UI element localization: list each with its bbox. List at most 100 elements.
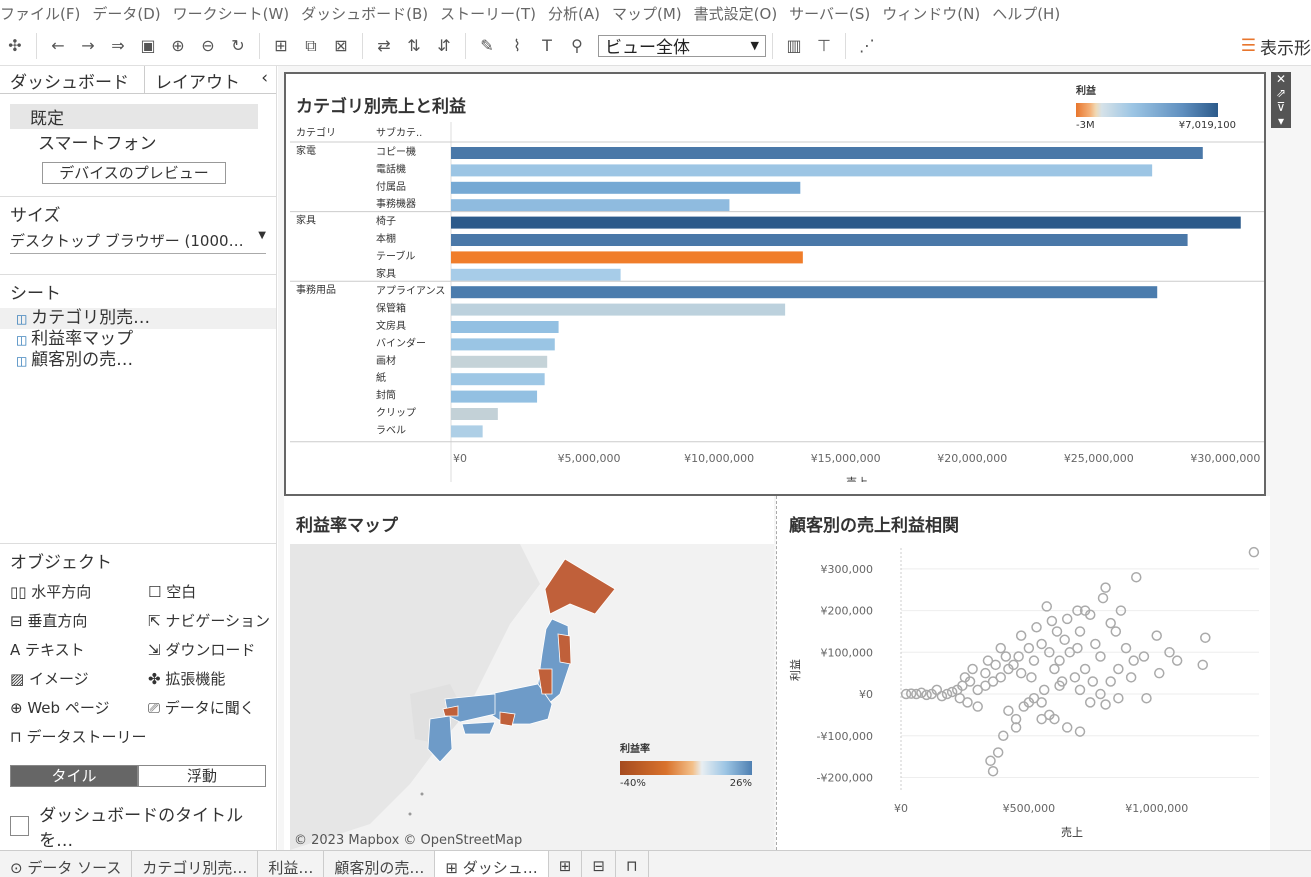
object-download[interactable]: ⇲ ダウンロード [148,639,276,660]
view-size-select[interactable]: ビュー全体 ▼ [598,34,766,58]
object-vertical[interactable]: ⊟ 垂直方向 [10,610,148,631]
map-panel[interactable]: 利益率マップ © 2023 Mapbox © OpenStreetMap 利益率… [284,496,774,850]
sheet-item[interactable]: ◫ 顧客別の売… [0,350,276,371]
pause-update-icon[interactable]: ⊖ [197,32,219,60]
pin-icon[interactable]: ⚲ [566,32,588,60]
tab-sheet[interactable]: 顧客別の売… [324,851,436,877]
show-title-checkbox[interactable]: ダッシュボードのタイトルを… [10,801,266,851]
sort-desc-icon[interactable]: ⇵ [433,32,455,60]
float-button[interactable]: 浮動 [138,765,266,787]
menu-format[interactable]: 書式設定(O) [694,3,778,24]
bar [451,303,786,316]
swap-icon[interactable]: ⇄ [373,32,395,60]
tableau-logo-icon[interactable]: ✣ [4,32,26,60]
bar [451,164,1153,177]
menu-server[interactable]: サーバー(S) [789,3,870,24]
replay-icon[interactable]: ⇒ [107,32,129,60]
scatter-point [1038,684,1050,696]
object-webpage[interactable]: ⊕ Web ページ [10,697,148,718]
y-tick-label: -¥100,000 [817,730,873,743]
scatter-point [1113,692,1124,704]
tab-layout[interactable]: レイアウト [145,66,250,93]
show-cards-icon[interactable]: ▥ [783,32,805,60]
menu-story[interactable]: ストーリー(T) [440,3,536,24]
save-icon[interactable]: ▣ [137,32,159,60]
menu-bar: ファイル(F) データ(D) ワークシート(W) ダッシュボード(B) ストーリ… [0,0,1311,26]
device-preview-button[interactable]: デバイスのプレビュー [42,162,226,184]
scatter-panel[interactable]: 顧客別の売上利益相関 ¥300,000 ¥200,000 ¥100,000 ¥0 -¥1… [776,496,1270,850]
menu-map[interactable]: マップ(M) [612,3,682,24]
object-data-story[interactable]: ⊓ データストーリー [10,726,148,747]
sort-asc-icon[interactable]: ⇅ [403,32,425,60]
tab-dashboard[interactable]: ダッシュボード [0,66,145,93]
tab-sheet[interactable]: カテゴリ別売… [132,851,259,877]
device-phone[interactable]: スマートフォン [10,129,266,154]
menu-analysis[interactable]: 分析(A) [548,3,600,24]
object-ask-data[interactable]: ⎚ データに聞く [148,697,276,718]
subcategory-label: 椅子 [376,215,396,228]
menu-worksheet[interactable]: ワークシート(W) [173,3,290,24]
undo-icon[interactable]: ← [47,32,69,60]
tab-dashboard-active[interactable]: ⊞ ダッシュ… [435,851,549,877]
x-tick-label: ¥15,000,000 [811,452,881,465]
new-sheet-icon[interactable]: ⊞ [270,32,292,60]
scatter-point [1074,626,1086,637]
bar [451,390,538,403]
sheet-item[interactable]: ◫ 利益率マップ [0,329,276,350]
object-extension[interactable]: ✤ 拡張機能 [148,668,276,689]
new-dashboard-tab-icon[interactable]: ⊟ [582,851,616,877]
new-datasource-icon[interactable]: ⊕ [167,32,189,60]
refresh-icon[interactable]: ↻ [227,32,249,60]
size-dropdown[interactable]: デスクトップ ブラウザー (1000… ▼ [10,230,266,254]
tab-sheet[interactable]: 利益… [258,851,325,877]
scatter-point [1200,632,1211,643]
tab-datasource[interactable]: ⊙ データ ソース [0,851,133,877]
subcategory-label: コピー機 [376,145,416,158]
menu-help[interactable]: ヘルプ(H) [992,3,1060,24]
scatter-point [1049,663,1060,675]
scatter-point [992,747,1004,758]
object-text[interactable]: A テキスト [10,639,148,660]
share-icon[interactable]: ⋰ [856,32,878,60]
scatter-point [1013,651,1024,662]
collapse-icon[interactable]: ‹ [253,66,276,93]
x-tick-label: ¥1,000,000 [1125,802,1188,815]
tile-button[interactable]: タイル [10,765,138,787]
clear-sheet-icon[interactable]: ⊠ [330,32,352,60]
new-sheet-tab-icon[interactable]: ⊞ [549,851,583,877]
bar [451,355,548,368]
redo-icon[interactable]: → [77,32,99,60]
menu-data[interactable]: データ(D) [92,3,160,24]
device-default[interactable]: 既定 [10,104,258,129]
more-options-icon[interactable]: ▾ [1271,114,1291,128]
object-blank[interactable]: ☐ 空白 [148,581,276,602]
new-story-tab-icon[interactable]: ⊓ [616,851,649,877]
device-section: 既定 スマートフォン デバイスのプレビュー [0,94,276,190]
close-icon[interactable]: ✕ [1271,72,1291,86]
object-horizontal[interactable]: ▯▯ 水平方向 [10,581,148,602]
sheet-label: 利益率マップ [31,329,134,349]
scatter-point [1128,655,1139,666]
column-header-subcategory: サブカテ.. [376,126,422,139]
map-area[interactable]: © 2023 Mapbox © OpenStreetMap 利益率 -40% 2… [290,544,774,850]
label-icon[interactable]: T [536,32,558,60]
show-me-button[interactable]: ☰ 表示形 [1241,26,1311,66]
popout-icon[interactable]: ⇗ [1271,86,1291,100]
duplicate-sheet-icon[interactable]: ⧉ [300,32,322,60]
presentation-icon[interactable]: ⊤ [813,32,835,60]
object-image[interactable]: ▨ イメージ [10,668,148,689]
menu-dashboard[interactable]: ダッシュボード(B) [301,3,428,24]
sheet-icon: ◫ [16,312,32,326]
filter-icon[interactable]: ⊽ [1271,100,1291,114]
subcategory-label: 本棚 [376,232,396,245]
scatter-point [1031,622,1042,633]
island-marker [408,812,412,816]
menu-window[interactable]: ウィンドウ(N) [882,3,980,24]
bar-chart-panel[interactable]: カテゴリ別売上と利益 利益 -3M ¥7,019,100 カテゴリ サブカテ.. 家… [284,72,1266,496]
group-icon[interactable]: ⌇ [506,32,528,60]
scatter-point [1110,626,1122,637]
menu-file[interactable]: ファイル(F) [0,3,80,24]
sheet-item[interactable]: ◫ カテゴリ別売… [0,308,276,329]
object-navigation[interactable]: ⇱ ナビゲーション [148,610,276,631]
highlight-icon[interactable]: ✎ [476,32,498,60]
